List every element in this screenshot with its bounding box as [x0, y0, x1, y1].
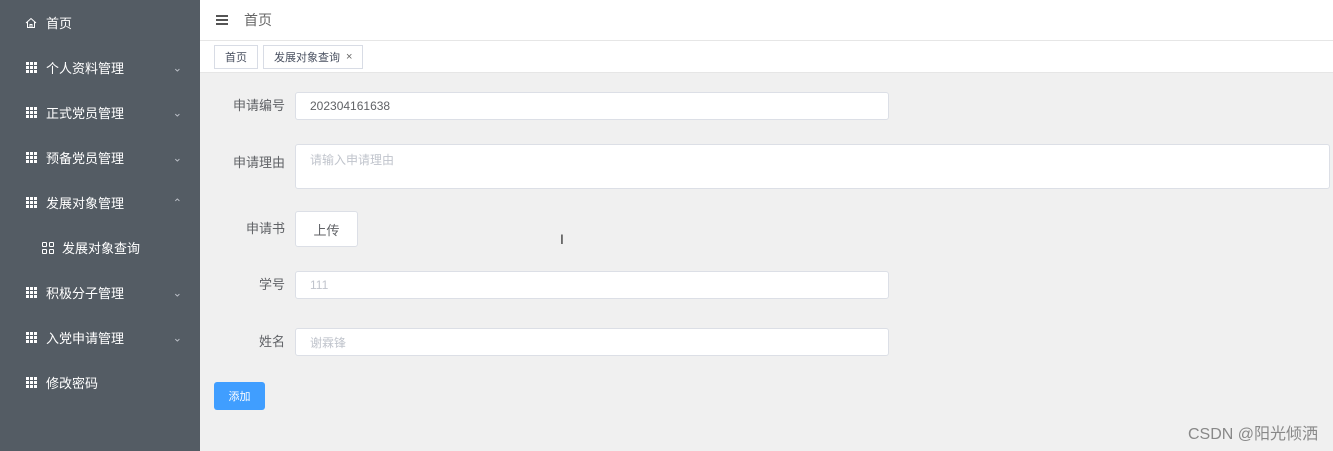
name-field[interactable]: 谢霖锋: [295, 328, 889, 356]
sidebar-item-full-members[interactable]: 正式党员管理 ⌄: [0, 90, 200, 135]
form-label: 申请编号: [232, 98, 285, 113]
sidebar-item-change-password[interactable]: 修改密码: [0, 360, 200, 405]
form-label: 申请书: [245, 221, 285, 236]
upload-button[interactable]: 上传: [295, 211, 358, 247]
grid-icon: [24, 197, 38, 208]
grid-icon: [24, 332, 38, 343]
form-label: 学号: [258, 277, 285, 292]
sidebar-item-profile[interactable]: 个人资料管理 ⌄: [0, 45, 200, 90]
tags-view: 首页 发展对象查询 ×: [200, 41, 1333, 73]
form-label: 姓名: [258, 334, 285, 349]
form-row-name: 姓名 谢霖锋: [200, 328, 889, 356]
reason-textarea[interactable]: 请输入申请理由: [295, 144, 1330, 189]
menu-fold-icon[interactable]: [216, 15, 228, 25]
apps-icon: [42, 241, 54, 254]
sidebar-item-probationary-members[interactable]: 预备党员管理 ⌄: [0, 135, 200, 180]
application-no-field[interactable]: 202304161638: [295, 92, 889, 120]
sidebar-subitem-label: 发展对象查询: [62, 241, 141, 256]
tag-label: 发展对象查询: [274, 51, 340, 64]
header: 首页: [200, 0, 1333, 41]
sidebar-item-activists[interactable]: 积极分子管理 ⌄: [0, 270, 200, 315]
form-row-student-id: 学号 111: [200, 271, 889, 299]
grid-icon: [24, 62, 38, 73]
main-content: 首页 首页 发展对象查询 × 申请编号 202304161638 申请理由 请输…: [200, 0, 1333, 451]
sidebar-item-label: 正式党员管理: [46, 106, 125, 121]
grid-icon: [24, 152, 38, 163]
chevron-down-icon: ⌄: [172, 332, 182, 344]
tag-label: 首页: [225, 51, 247, 64]
chevron-up-icon: ⌃: [172, 197, 182, 209]
form-row-reason: 申请理由 请输入申请理由: [200, 144, 1330, 189]
sidebar-item-development-targets[interactable]: 发展对象管理 ⌃: [0, 180, 200, 225]
chevron-down-icon: ⌄: [172, 62, 182, 74]
form-row-letter: 申请书 上传: [200, 211, 358, 247]
chevron-down-icon: ⌄: [172, 287, 182, 299]
sidebar-item-label: 预备党员管理: [46, 151, 125, 166]
sidebar-item-label: 入党申请管理: [46, 331, 125, 346]
close-icon[interactable]: ×: [346, 51, 352, 63]
sidebar-item-label: 积极分子管理: [46, 286, 125, 301]
form-label: 申请理由: [232, 155, 285, 170]
home-icon: [24, 17, 38, 29]
sidebar-item-applications[interactable]: 入党申请管理 ⌄: [0, 315, 200, 360]
tag-development-query[interactable]: 发展对象查询 ×: [263, 44, 364, 69]
grid-icon: [24, 377, 38, 388]
breadcrumb: 首页: [244, 12, 272, 28]
text-cursor-icon: I: [560, 231, 564, 247]
grid-icon: [24, 107, 38, 118]
add-button[interactable]: 添加: [214, 382, 265, 410]
chevron-down-icon: ⌄: [172, 107, 182, 119]
sidebar-subitem-development-query[interactable]: 发展对象查询: [0, 225, 200, 270]
tag-home[interactable]: 首页: [214, 44, 258, 69]
sidebar-item-label: 首页: [46, 16, 73, 31]
chevron-down-icon: ⌄: [172, 152, 182, 164]
student-id-field[interactable]: 111: [295, 271, 889, 299]
sidebar-item-label: 修改密码: [46, 376, 99, 391]
grid-icon: [24, 287, 38, 298]
form-row-application-no: 申请编号 202304161638: [200, 92, 889, 120]
sidebar: 首页 个人资料管理 ⌄ 正式党员管理 ⌄ 预备党员管理 ⌄ 发展对象管理 ⌃ 发…: [0, 0, 200, 451]
sidebar-item-label: 发展对象管理: [46, 196, 125, 211]
sidebar-item-label: 个人资料管理: [46, 61, 125, 76]
watermark: CSDN @阳光倾洒: [1187, 426, 1318, 443]
sidebar-item-home[interactable]: 首页: [0, 0, 200, 45]
